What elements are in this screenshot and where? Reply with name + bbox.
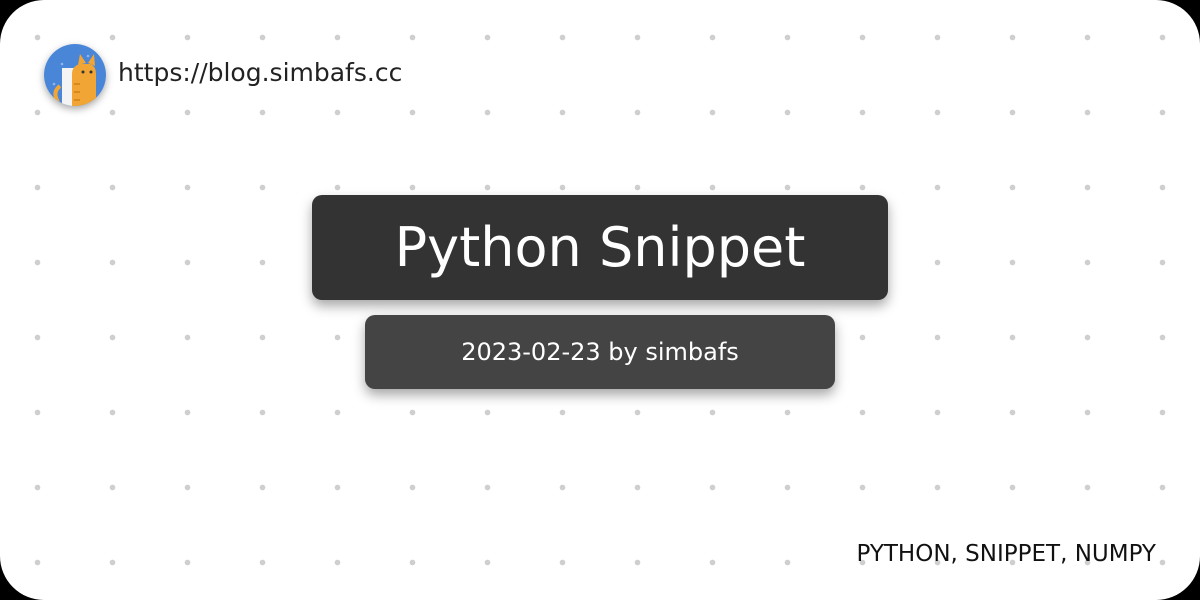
- og-card: https://blog.simbafs.cc Python Snippet 2…: [0, 0, 1200, 600]
- post-tags: PYTHON, SNIPPET, NUMPY: [856, 541, 1156, 567]
- post-title: Python Snippet: [394, 216, 806, 279]
- cat-avatar-icon: [44, 44, 106, 106]
- site-url: https://blog.simbafs.cc: [118, 58, 403, 87]
- post-meta: 2023-02-23 by simbafs: [461, 338, 739, 366]
- post-title-box: Python Snippet: [312, 195, 888, 300]
- post-meta-box: 2023-02-23 by simbafs: [365, 315, 835, 389]
